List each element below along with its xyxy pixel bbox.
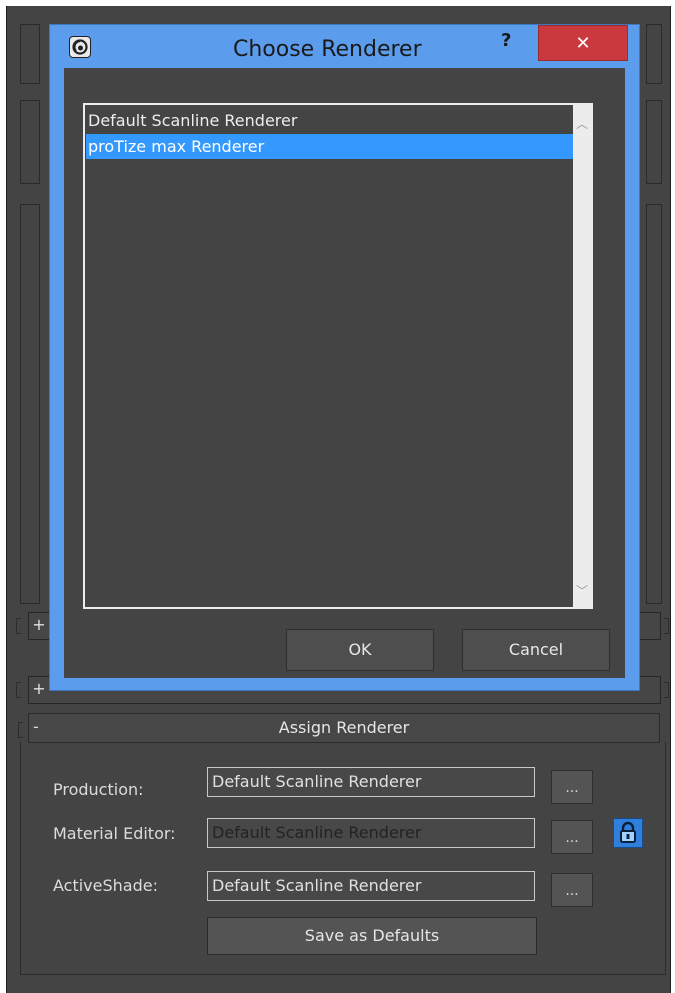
- choose-renderer-dialog: Choose Renderer ? ✕ Default Scanline Ren…: [49, 24, 640, 691]
- help-button[interactable]: ?: [501, 30, 511, 51]
- expand-toggle[interactable]: +: [31, 680, 47, 698]
- cancel-button[interactable]: Cancel: [462, 629, 610, 671]
- rollout-edge: [18, 722, 23, 738]
- panel-frame: [20, 24, 40, 84]
- assign-renderer-rollout-header[interactable]: - Assign Renderer: [28, 713, 660, 743]
- dialog-client-area: Default Scanline Renderer proTize max Re…: [64, 68, 625, 678]
- material-editor-label: Material Editor:: [53, 824, 176, 843]
- save-as-defaults-button[interactable]: Save as Defaults: [207, 917, 537, 955]
- scroll-up-icon[interactable]: ︿: [576, 115, 588, 132]
- scroll-down-icon[interactable]: ﹀: [576, 582, 588, 599]
- activeshade-renderer-field: Default Scanline Renderer: [207, 871, 535, 901]
- rollout-edge: [664, 682, 669, 698]
- activeshade-label: ActiveShade:: [53, 876, 158, 895]
- dialog-title: Choose Renderer: [233, 37, 422, 62]
- activeshade-browse-button[interactable]: ...: [551, 873, 593, 907]
- lock-icon: [620, 821, 636, 843]
- renderer-list-item[interactable]: Default Scanline Renderer: [86, 108, 575, 133]
- material-editor-browse-button[interactable]: ...: [551, 820, 593, 854]
- panel-frame: [646, 204, 662, 604]
- renderer-list-item-selected[interactable]: proTize max Renderer: [86, 134, 575, 159]
- renderer-listbox[interactable]: Default Scanline Renderer proTize max Re…: [83, 103, 593, 609]
- ok-button[interactable]: OK: [286, 629, 434, 671]
- vertical-scrollbar[interactable]: ︿ ﹀: [573, 105, 591, 607]
- rollout-edge: [16, 618, 21, 634]
- rollout-title: Assign Renderer: [278, 718, 410, 737]
- panel-frame: [20, 100, 40, 184]
- material-editor-renderer-field: Default Scanline Renderer: [207, 818, 535, 848]
- app-icon: [69, 36, 91, 58]
- rollout-edge: [16, 682, 21, 698]
- panel-frame: [646, 100, 662, 184]
- panel-frame: [646, 24, 662, 84]
- rollout-edge: [664, 618, 669, 634]
- expand-toggle[interactable]: +: [31, 616, 47, 634]
- close-button[interactable]: ✕: [538, 25, 628, 61]
- production-label: Production:: [53, 780, 144, 799]
- production-renderer-field: Default Scanline Renderer: [207, 767, 535, 797]
- production-browse-button[interactable]: ...: [551, 770, 593, 804]
- panel-frame: [20, 204, 40, 604]
- lock-material-editor-button[interactable]: [613, 818, 643, 848]
